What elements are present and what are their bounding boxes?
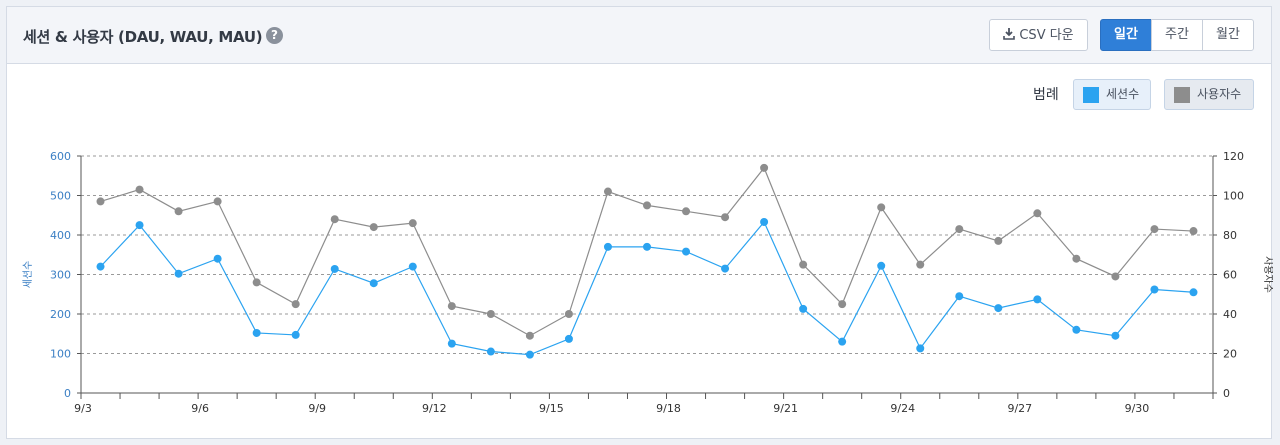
data-point-sessions	[369, 279, 378, 288]
data-point-sessions	[1189, 288, 1198, 297]
data-point-sessions	[330, 264, 339, 273]
data-point-users	[760, 163, 769, 172]
data-point-sessions	[408, 262, 417, 271]
data-point-sessions	[486, 347, 495, 356]
data-point-users	[1072, 254, 1081, 263]
data-point-users	[369, 223, 378, 232]
data-point-sessions	[135, 221, 144, 230]
data-point-users	[603, 187, 612, 196]
data-point-sessions	[564, 334, 573, 343]
data-point-sessions	[1072, 325, 1081, 334]
data-point-sessions	[916, 344, 925, 353]
data-point-users	[955, 225, 964, 234]
data-point-users	[291, 300, 300, 309]
y2-axis-title: 사용자수	[1262, 256, 1273, 293]
data-point-users	[252, 278, 261, 287]
data-point-users	[838, 300, 847, 309]
series-line-users	[100, 166, 1194, 337]
x-tick-label: 9/3	[74, 402, 92, 415]
data-point-users	[877, 203, 886, 212]
y-tick-label: 200	[50, 308, 71, 321]
y2-tick-label: 80	[1223, 229, 1237, 242]
data-point-users	[525, 331, 534, 340]
data-point-users	[643, 201, 651, 210]
data-point-users	[1150, 225, 1159, 234]
data-point-users	[916, 260, 925, 269]
data-point-users	[135, 185, 144, 194]
data-point-sessions	[682, 247, 691, 256]
x-tick-label: 9/6	[191, 402, 209, 415]
data-point-users	[96, 197, 105, 206]
y2-tick-label: 20	[1223, 348, 1237, 361]
data-point-sessions	[955, 292, 964, 301]
y-tick-label: 300	[50, 269, 71, 282]
data-point-users	[174, 207, 183, 216]
data-point-sessions	[252, 328, 261, 337]
data-point-users	[799, 260, 808, 269]
data-point-users	[1033, 209, 1042, 218]
x-tick-label: 9/24	[890, 402, 915, 415]
y-tick-label: 400	[50, 229, 71, 242]
line-chart: 0 100 200 300 400 500 600 0 20 40 60 80 100 120 9/3 9/6…	[22, 150, 1273, 415]
y2-tick-label: 0	[1223, 387, 1230, 400]
data-point-users	[682, 207, 691, 216]
chart-panel: 세션 & 사용자 (DAU, WAU, MAU) ? CSV 다운 일간 주간 …	[6, 6, 1273, 439]
y-tick-label: 500	[50, 190, 71, 203]
data-point-sessions	[447, 339, 456, 348]
data-point-sessions	[96, 262, 105, 271]
y-tick-label: 100	[50, 348, 71, 361]
data-point-sessions	[1150, 285, 1159, 294]
data-point-users	[721, 213, 730, 222]
data-point-users	[408, 219, 417, 228]
x-tick-label: 9/30	[1125, 402, 1150, 415]
y-tick-label: 0	[64, 387, 71, 400]
x-tick-label: 9/18	[656, 402, 681, 415]
data-point-users	[447, 302, 456, 311]
y-axis-title: 세션수	[22, 261, 34, 289]
data-point-sessions	[1111, 331, 1120, 340]
data-point-sessions	[760, 217, 769, 226]
data-point-sessions	[994, 304, 1003, 313]
data-point-sessions	[1033, 295, 1042, 304]
data-point-users	[564, 310, 573, 318]
data-point-sessions	[525, 350, 534, 359]
x-tick-label: 9/15	[539, 402, 564, 415]
data-point-sessions	[799, 304, 808, 313]
y2-tick-label: 40	[1223, 308, 1237, 321]
data-point-sessions	[291, 330, 300, 339]
data-point-sessions	[643, 242, 651, 251]
data-point-users	[994, 236, 1003, 245]
y2-tick-label: 100	[1223, 190, 1244, 203]
series-line-sessions	[100, 220, 1194, 356]
data-point-users	[486, 310, 495, 318]
y2-tick-label: 60	[1223, 269, 1237, 282]
data-point-sessions	[213, 254, 222, 263]
x-tick-label: 9/9	[308, 402, 326, 415]
data-point-sessions	[174, 269, 183, 278]
y2-tick-label: 120	[1223, 150, 1244, 163]
x-tick-label: 9/27	[1007, 402, 1032, 415]
y-tick-label: 600	[50, 150, 71, 163]
data-point-sessions	[877, 261, 886, 270]
data-point-users	[1189, 227, 1198, 236]
data-point-users	[213, 197, 222, 206]
x-tick-label: 9/21	[773, 402, 798, 415]
data-point-users	[330, 215, 339, 224]
data-point-sessions	[721, 264, 730, 273]
data-point-users	[1111, 272, 1120, 281]
data-point-sessions	[603, 242, 612, 251]
data-point-sessions	[838, 337, 847, 346]
x-tick-label: 9/12	[422, 402, 447, 415]
